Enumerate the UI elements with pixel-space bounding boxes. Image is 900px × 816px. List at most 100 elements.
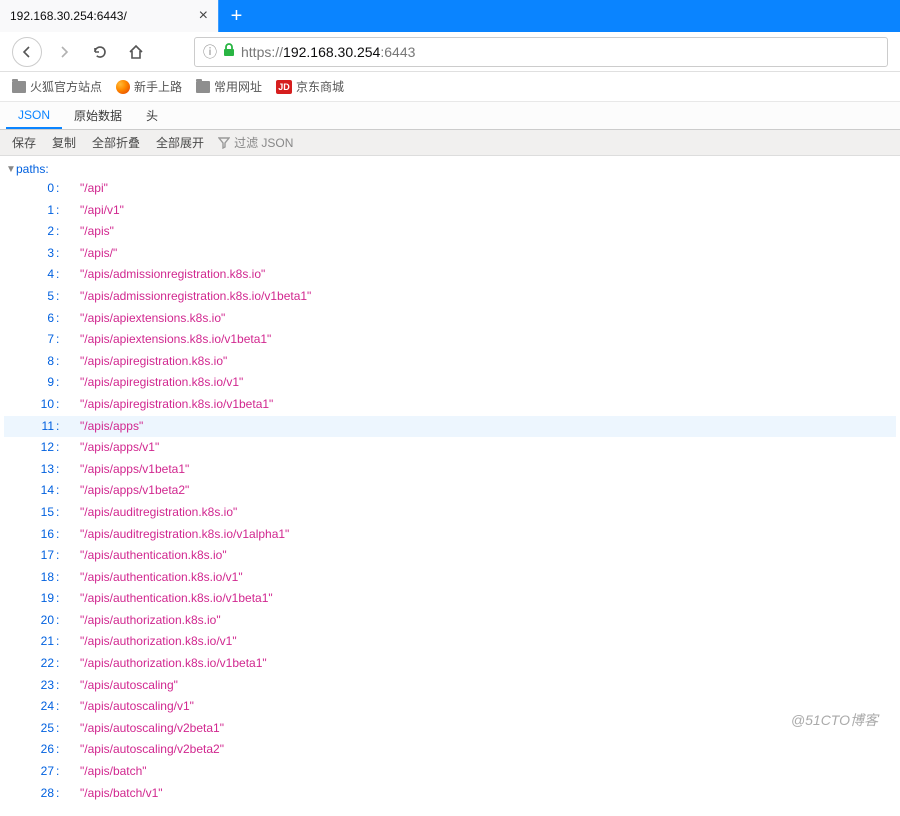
tab-raw-data[interactable]: 原始数据: [62, 102, 134, 129]
bookmark-label: 常用网址: [214, 78, 262, 95]
reload-button[interactable]: [86, 38, 114, 66]
tab-json[interactable]: JSON: [6, 102, 62, 129]
json-colon: :: [56, 203, 64, 219]
json-row[interactable]: 17:"/apis/authentication.k8s.io": [4, 545, 896, 567]
json-colon: :: [56, 742, 64, 758]
json-index: 19: [22, 591, 56, 607]
copy-button[interactable]: 复制: [44, 130, 84, 155]
json-row[interactable]: 16:"/apis/auditregistration.k8s.io/v1alp…: [4, 524, 896, 546]
json-row[interactable]: 8:"/apis/apiregistration.k8s.io": [4, 351, 896, 373]
json-value: "/api": [80, 181, 108, 197]
bookmark-getting-started[interactable]: 新手上路: [116, 78, 182, 95]
json-row[interactable]: 2:"/apis": [4, 221, 896, 243]
json-index: 0: [22, 181, 56, 197]
json-value: "/apis/authentication.k8s.io/v1beta1": [80, 591, 273, 607]
json-row[interactable]: 19: "/apis/authentication.k8s.io/v1beta1": [4, 588, 896, 610]
json-index: 12: [22, 440, 56, 456]
json-index: 21: [22, 634, 56, 650]
json-index: 25: [22, 721, 56, 737]
filter-json[interactable]: 过滤 JSON: [212, 134, 299, 151]
json-row[interactable]: 12: "/apis/apps/v1": [4, 437, 896, 459]
json-row[interactable]: 20:"/apis/authorization.k8s.io": [4, 610, 896, 632]
forward-button[interactable]: [50, 38, 78, 66]
json-index: 6: [22, 311, 56, 327]
tab-strip: 192.168.30.254:6443/ × +: [0, 0, 900, 32]
json-row[interactable]: 5:"/apis/admissionregistration.k8s.io/v1…: [4, 286, 896, 308]
json-value: "/apis/autoscaling/v1": [80, 699, 194, 715]
json-index: 15: [22, 505, 56, 521]
json-row[interactable]: 25:"/apis/autoscaling/v2beta1": [4, 718, 896, 740]
url-port: :6443: [380, 44, 415, 60]
firefox-icon: [116, 80, 130, 94]
json-index: 23: [22, 678, 56, 694]
json-row[interactable]: 7:"/apis/apiextensions.k8s.io/v1beta1": [4, 329, 896, 351]
lock-icon[interactable]: [223, 43, 235, 60]
json-index: 17: [22, 548, 56, 564]
arrow-right-icon: [56, 44, 72, 60]
json-row[interactable]: 24:"/apis/autoscaling/v1": [4, 696, 896, 718]
collapse-toggle-icon[interactable]: ▼: [6, 164, 16, 175]
json-colon: :: [56, 764, 64, 780]
back-button[interactable]: [12, 37, 42, 67]
save-button[interactable]: 保存: [4, 130, 44, 155]
reload-icon: [92, 44, 108, 60]
json-value: "/apis/admissionregistration.k8s.io/v1be…: [80, 289, 311, 305]
json-index: 27: [22, 764, 56, 780]
json-index: 9: [22, 375, 56, 391]
json-row[interactable]: 26:"/apis/autoscaling/v2beta2": [4, 739, 896, 761]
json-value: "/apis": [80, 224, 114, 240]
filter-placeholder: 过滤 JSON: [234, 134, 293, 151]
bookmark-jd[interactable]: JD京东商城: [276, 78, 344, 95]
json-colon: :: [56, 440, 64, 456]
close-tab-icon[interactable]: ×: [199, 7, 208, 25]
json-row[interactable]: 14:"/apis/apps/v1beta2": [4, 480, 896, 502]
json-row[interactable]: 15:"/apis/auditregistration.k8s.io": [4, 502, 896, 524]
json-colon: :: [56, 786, 64, 802]
json-row[interactable]: 11:"/apis/apps": [4, 416, 896, 438]
json-colon: :: [56, 591, 64, 607]
json-index: 18: [22, 570, 56, 586]
json-row[interactable]: 27:"/apis/batch": [4, 761, 896, 783]
url-bar[interactable]: ⓘ https://192.168.30.254:6443: [194, 37, 888, 67]
json-row[interactable]: 3:"/apis/": [4, 243, 896, 265]
site-info-icon[interactable]: ⓘ: [203, 42, 217, 62]
home-icon: [128, 44, 144, 60]
json-colon: :: [56, 483, 64, 499]
collapse-all-button[interactable]: 全部折叠: [84, 130, 148, 155]
json-value: "/apis/apiextensions.k8s.io": [80, 311, 225, 327]
json-row[interactable]: 28:"/apis/batch/v1": [4, 783, 896, 805]
expand-all-button[interactable]: 全部展开: [148, 130, 212, 155]
json-row[interactable]: 4:"/apis/admissionregistration.k8s.io": [4, 264, 896, 286]
browser-tab[interactable]: 192.168.30.254:6443/ ×: [0, 0, 218, 32]
json-row[interactable]: 6: "/apis/apiextensions.k8s.io": [4, 308, 896, 330]
json-index: 8: [22, 354, 56, 370]
json-row[interactable]: 1:"/api/v1": [4, 200, 896, 222]
json-colon: :: [56, 311, 64, 327]
json-value: "/apis/apps/v1": [80, 440, 159, 456]
json-row[interactable]: 22:"/apis/authorization.k8s.io/v1beta1": [4, 653, 896, 675]
json-row[interactable]: 21:"/apis/authorization.k8s.io/v1": [4, 631, 896, 653]
json-index: 3: [22, 246, 56, 262]
json-value: "/apis/auditregistration.k8s.io/v1alpha1…: [80, 527, 289, 543]
json-row[interactable]: 23:"/apis/autoscaling": [4, 675, 896, 697]
json-colon: :: [56, 570, 64, 586]
json-index: 4: [22, 267, 56, 283]
json-row[interactable]: 9:"/apis/apiregistration.k8s.io/v1": [4, 372, 896, 394]
json-row[interactable]: 10:"/apis/apiregistration.k8s.io/v1beta1…: [4, 394, 896, 416]
json-colon: :: [56, 656, 64, 672]
bookmark-firefox-official[interactable]: 火狐官方站点: [12, 78, 102, 95]
json-row[interactable]: 18:"/apis/authentication.k8s.io/v1": [4, 567, 896, 589]
bookmark-common-urls[interactable]: 常用网址: [196, 78, 262, 95]
json-viewer-body: ▼ paths: 0:"/api"1:"/api/v1"2:"/apis"3:"…: [0, 156, 900, 816]
json-index: 28: [22, 786, 56, 802]
json-value: "/apis/apiregistration.k8s.io/v1beta1": [80, 397, 273, 413]
new-tab-button[interactable]: +: [218, 0, 254, 32]
json-colon: :: [56, 397, 64, 413]
json-row[interactable]: 13:"/apis/apps/v1beta1": [4, 459, 896, 481]
json-row[interactable]: 0:"/api": [4, 178, 896, 200]
tab-headers[interactable]: 头: [134, 102, 170, 129]
json-value: "/apis/autoscaling": [80, 678, 178, 694]
json-root-row[interactable]: ▼ paths:: [4, 160, 896, 178]
home-button[interactable]: [122, 38, 150, 66]
json-value: "/apis/auditregistration.k8s.io": [80, 505, 237, 521]
